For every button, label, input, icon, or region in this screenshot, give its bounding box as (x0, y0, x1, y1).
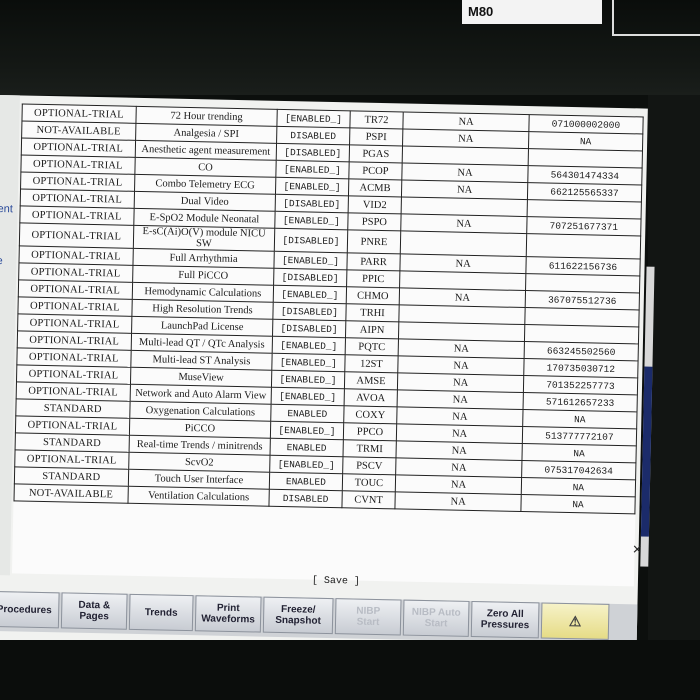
code-cell: PARR (346, 252, 401, 271)
monitor-screen: ent e OPTIONAL-TRIAL 72 Hour trending [ENA… (0, 95, 655, 654)
status-cell[interactable]: [ENABLED_] (273, 285, 347, 304)
status-cell[interactable]: [ENABLED_] (271, 387, 345, 406)
code-cell: PSPI (349, 127, 404, 146)
softkey-button[interactable]: Data & Pages (60, 592, 128, 630)
code-cell: TRMI (342, 439, 397, 458)
code-cell: TR72 (349, 110, 404, 129)
status-cell[interactable]: ENABLED (269, 472, 343, 491)
side-menu-fragment[interactable]: e (0, 255, 3, 267)
feature-table: OPTIONAL-TRIAL 72 Hour trending [ENABLED_]… (13, 103, 644, 514)
status-cell[interactable]: [ENABLED_] (274, 251, 347, 270)
code-cell: CHMO (345, 286, 400, 305)
save-button[interactable]: [ Save ] (312, 576, 360, 588)
right-bezel (648, 95, 700, 640)
side-menu-fragment[interactable]: ent (0, 203, 13, 215)
status-cell[interactable]: ENABLED (270, 438, 343, 457)
status-cell[interactable]: [ENABLED_] (272, 336, 346, 355)
code-cell: PGAS (348, 144, 403, 163)
code-cell: AVOA (343, 388, 398, 407)
status-cell[interactable]: [DISABLED] (272, 319, 346, 338)
code-cell: 12ST (344, 354, 399, 373)
status-cell[interactable]: [ENABLED_] (275, 177, 349, 196)
softkey-button[interactable]: Trends (128, 593, 194, 632)
code-cell: ACMB (348, 178, 403, 197)
license-cell: NOT-AVAILABLE (14, 483, 128, 504)
key-cell: NA (520, 494, 636, 514)
code-cell: PPIC (346, 269, 401, 288)
code-cell: TOUC (341, 473, 396, 492)
bottom-bezel (0, 640, 700, 700)
status-cell[interactable]: ENABLED (271, 404, 344, 423)
softkey-button[interactable]: Print Waveforms (194, 595, 262, 633)
status-cell[interactable]: [ENABLED_] (272, 353, 345, 372)
code-cell: PSPO (347, 212, 402, 231)
key-cell (526, 233, 641, 259)
model-label: M80 (462, 0, 602, 24)
status-cell[interactable]: [ENABLED_] (269, 455, 343, 474)
status-cell[interactable]: [DISABLED] (275, 194, 349, 213)
status-cell[interactable]: [DISABLED] (273, 268, 347, 287)
status-cell[interactable]: [ENABLED_] (277, 109, 350, 128)
code-cell: PCOP (348, 161, 403, 180)
code-cell: AMSE (344, 371, 399, 390)
code-cell: AIPN (345, 320, 400, 339)
code-cell: PSCV (342, 456, 397, 475)
status-cell[interactable]: [ENABLED_] (275, 211, 348, 230)
softkey-button[interactable]: NIBP Auto Start (402, 599, 470, 637)
status-cell[interactable]: DISABLED (276, 126, 350, 145)
code-cell: VID2 (347, 195, 402, 214)
softkey-button[interactable]: Freeze/ Snapshot (262, 596, 334, 635)
na-cell (400, 230, 527, 257)
bottom-button-bar: Procedures Data & Pages Trends Print Wavefo… (0, 590, 638, 645)
code-cell: CVNT (341, 490, 396, 509)
status-cell[interactable]: [ENABLED_] (276, 160, 349, 179)
license-cell: OPTIONAL-TRIAL (19, 222, 134, 249)
softkey-button[interactable]: NIBP Start (334, 598, 402, 636)
status-cell[interactable]: DISABLED (269, 489, 342, 508)
status-cell[interactable]: [DISABLED] (276, 143, 350, 162)
softkey-button[interactable]: Procedures (0, 590, 60, 629)
alarm-warning-icon[interactable]: ⚠ (540, 602, 610, 640)
code-cell: PNRE (346, 229, 402, 254)
status-cell[interactable]: [DISABLED] (273, 302, 346, 321)
na-cell: NA (395, 491, 522, 512)
code-cell: PPCO (342, 422, 398, 441)
feature-cell: Ventilation Calculations (127, 486, 270, 507)
code-cell: COXY (343, 405, 398, 424)
status-cell[interactable]: [ENABLED_] (271, 370, 345, 389)
code-cell: TRHI (345, 303, 400, 322)
status-cell[interactable]: [DISABLED] (274, 228, 348, 253)
status-cell[interactable]: [ENABLED_] (270, 421, 344, 440)
softkey-button[interactable]: Zero All Pressures (470, 600, 540, 639)
device-frame-corner (612, 0, 700, 36)
close-icon[interactable]: × (632, 541, 642, 559)
code-cell: PQTC (344, 337, 399, 356)
feature-license-panel: OPTIONAL-TRIAL 72 Hour trending [ENABLED_]… (11, 103, 655, 588)
feature-cell: E-sC(Ai)O(V) module NICU SW (132, 225, 276, 252)
